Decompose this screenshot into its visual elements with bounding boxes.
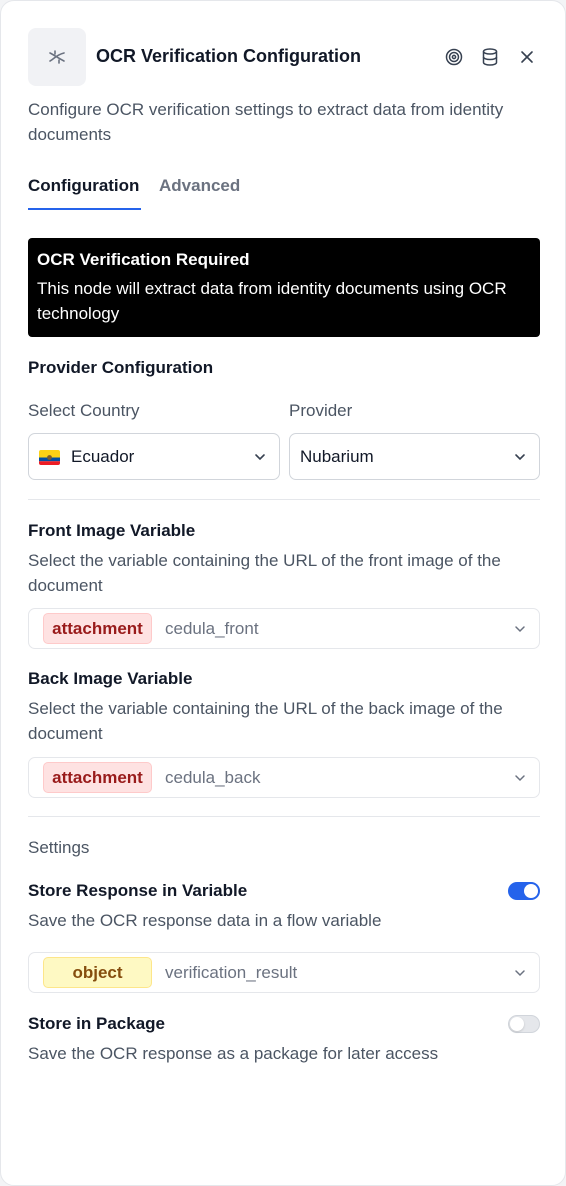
back-image-title: Back Image Variable xyxy=(28,669,193,688)
ocr-config-panel: OCR Verification Configuration Configure… xyxy=(0,0,566,1186)
response-variable-select[interactable]: object verification_result xyxy=(28,952,540,993)
tab-configuration[interactable]: Configuration xyxy=(28,176,139,196)
chevron-down-icon xyxy=(515,774,525,781)
divider xyxy=(28,816,540,817)
target-icon[interactable] xyxy=(443,46,465,68)
tab-advanced[interactable]: Advanced xyxy=(159,176,240,196)
provider-label: Provider xyxy=(289,401,353,420)
ecuador-flag-icon xyxy=(39,450,60,465)
variable-name: cedula_back xyxy=(165,768,261,787)
settings-title: Settings xyxy=(28,838,90,857)
store-package-title: Store in Package xyxy=(28,1014,166,1033)
ocr-required-alert: OCR Verification Required This node will… xyxy=(28,238,540,337)
database-icon[interactable] xyxy=(479,46,501,68)
panel-description: Configure OCR verification settings to e… xyxy=(28,100,504,144)
chevron-down-icon xyxy=(515,453,525,460)
back-image-help: Select the variable containing the URL o… xyxy=(28,699,503,743)
ocr-node-icon xyxy=(28,28,86,86)
store-response-help: Save the OCR response data in a flow var… xyxy=(28,911,382,930)
front-image-variable-select[interactable]: attachment cedula_front xyxy=(28,608,540,649)
divider xyxy=(28,499,540,500)
front-image-title: Front Image Variable xyxy=(28,521,196,540)
back-image-variable-select[interactable]: attachment cedula_back xyxy=(28,757,540,798)
chevron-down-icon xyxy=(515,969,525,976)
variable-name: cedula_front xyxy=(165,619,259,638)
alert-title: OCR Verification Required xyxy=(37,250,250,269)
front-image-help: Select the variable containing the URL o… xyxy=(28,551,501,595)
tab-bar: Configuration Advanced xyxy=(28,174,540,212)
country-value: Ecuador xyxy=(71,446,135,466)
close-icon[interactable] xyxy=(516,46,538,68)
store-response-title: Store Response in Variable xyxy=(28,881,248,900)
panel-title: OCR Verification Configuration xyxy=(96,46,362,66)
variable-type-badge: object xyxy=(43,957,152,988)
variable-type-badge: attachment xyxy=(43,762,152,793)
panel-header: OCR Verification Configuration xyxy=(28,28,540,86)
store-package-toggle[interactable] xyxy=(508,1015,540,1033)
chevron-down-icon xyxy=(255,453,265,460)
provider-config-title: Provider Configuration xyxy=(28,358,214,377)
toggle-knob xyxy=(524,884,538,898)
chevron-down-icon xyxy=(515,625,525,632)
variable-type-badge: attachment xyxy=(43,613,152,644)
toggle-knob xyxy=(510,1017,524,1031)
country-label: Select Country xyxy=(28,401,140,420)
country-select[interactable]: Ecuador xyxy=(28,433,280,480)
provider-value: Nubarium xyxy=(300,446,374,466)
store-package-help: Save the OCR response as a package for l… xyxy=(28,1044,439,1063)
store-response-toggle[interactable] xyxy=(508,882,540,900)
active-tab-indicator xyxy=(28,208,141,210)
alert-text: This node will extract data from identit… xyxy=(37,279,507,323)
variable-name: verification_result xyxy=(165,963,298,982)
provider-select[interactable]: Nubarium xyxy=(289,433,540,480)
